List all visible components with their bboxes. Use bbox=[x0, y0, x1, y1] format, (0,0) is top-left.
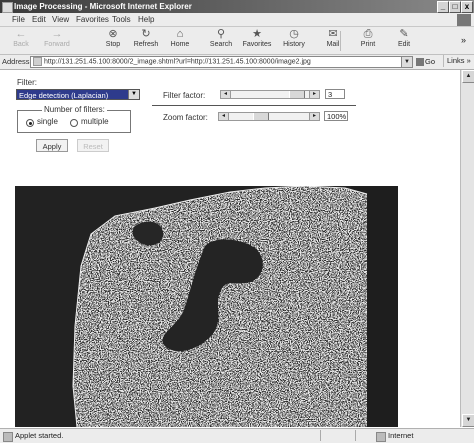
address-url: http://131.251.45.100:8000/2_image.shtml… bbox=[44, 58, 311, 66]
search-icon: ⚲ bbox=[216, 28, 226, 40]
back-arrow-icon: ← bbox=[15, 28, 27, 40]
toolbar-button-label: History bbox=[283, 41, 305, 48]
zoom-factor-value[interactable]: 100% bbox=[324, 111, 348, 121]
filter-select-value: Edge detection (Laplacian) bbox=[19, 91, 109, 100]
slider-thumb[interactable] bbox=[253, 113, 269, 120]
history-icon: ◷ bbox=[289, 28, 299, 40]
favorites-icon: ★ bbox=[252, 28, 262, 40]
address-bar: Address http://131.251.45.100:8000/2_ima… bbox=[0, 55, 474, 70]
slider-right-arrow-icon[interactable]: ▸ bbox=[309, 91, 319, 98]
processed-image bbox=[15, 186, 398, 427]
maximize-button[interactable]: □ bbox=[449, 1, 461, 13]
home-icon: ⌂ bbox=[176, 28, 184, 40]
toolbar-button-label: Mail bbox=[326, 41, 340, 48]
page-icon bbox=[33, 57, 42, 66]
print-icon: ⎙ bbox=[363, 28, 373, 40]
toolbar-button-label: Back bbox=[13, 41, 29, 48]
edge-detected-image bbox=[15, 186, 398, 427]
number-of-filters-group: Number of filters: single multiple bbox=[17, 105, 131, 133]
multiple-radio-label[interactable]: multiple bbox=[81, 117, 109, 126]
single-radio-label[interactable]: single bbox=[37, 117, 58, 126]
internet-zone-icon bbox=[376, 432, 386, 442]
single-radio[interactable] bbox=[26, 119, 34, 127]
toolbar-home-button[interactable]: ⌂ Home bbox=[165, 29, 195, 53]
filter-select[interactable]: Edge detection (Laplacian) ▼ bbox=[16, 89, 140, 100]
standard-toolbar: » ← Back → Forward ⊗ Stop ↻ Refresh ⌂ Home ⚲ Search… bbox=[0, 27, 474, 55]
toolbar-overflow-chevron[interactable]: » bbox=[461, 35, 466, 45]
status-divider bbox=[355, 430, 356, 441]
menu-bar: File Edit View Favorites Tools Help bbox=[0, 13, 474, 27]
status-applet-icon bbox=[3, 432, 13, 442]
toolbar-stop-button[interactable]: ⊗ Stop bbox=[98, 29, 128, 53]
menu-tools[interactable]: Tools bbox=[112, 15, 131, 24]
status-divider bbox=[320, 430, 321, 441]
stop-icon: ⊗ bbox=[108, 28, 118, 40]
zoom-factor-label: Zoom factor: bbox=[163, 113, 208, 122]
slider-thumb[interactable] bbox=[289, 91, 305, 98]
menu-favorites[interactable]: Favorites bbox=[76, 15, 109, 24]
toolbar-print-button[interactable]: ⎙ Print bbox=[353, 29, 383, 53]
refresh-icon: ↻ bbox=[141, 28, 151, 40]
close-button[interactable]: x bbox=[461, 1, 473, 13]
ie-throbber-logo bbox=[457, 14, 471, 26]
toolbar-favorites-button[interactable]: ★ Favorites bbox=[242, 29, 272, 53]
go-button[interactable]: Go bbox=[416, 57, 436, 67]
toolbar-button-label: Stop bbox=[105, 41, 121, 48]
address-dropdown-button[interactable]: ▼ bbox=[401, 56, 413, 68]
window-titlebar: Image Processing - Microsoft Internet Ex… bbox=[0, 0, 474, 13]
minimize-button[interactable]: _ bbox=[437, 1, 449, 13]
filter-factor-slider[interactable]: ◂ ▸ bbox=[220, 90, 320, 99]
address-label: Address bbox=[2, 57, 30, 66]
status-text: Applet started. bbox=[15, 431, 64, 440]
toolbar-button-label: Forward bbox=[44, 41, 70, 48]
vertical-scrollbar[interactable]: ▲ ▼ bbox=[460, 70, 474, 427]
toolbar-back-button[interactable]: ← Back bbox=[6, 29, 36, 53]
slider-right-arrow-icon[interactable]: ▸ bbox=[309, 113, 319, 120]
go-arrow-icon bbox=[416, 58, 424, 67]
toolbar-button-label: Refresh bbox=[133, 41, 159, 48]
toolbar-button-label: Edit bbox=[397, 41, 411, 48]
scroll-up-icon[interactable]: ▲ bbox=[462, 70, 474, 83]
apply-button[interactable]: Apply bbox=[36, 139, 68, 152]
menu-edit[interactable]: Edit bbox=[32, 15, 46, 24]
toolbar-button-label: Print bbox=[360, 41, 376, 48]
menu-file[interactable]: File bbox=[12, 15, 25, 24]
filter-factor-value[interactable]: 3 bbox=[325, 89, 345, 99]
window-title: Image Processing - Microsoft Internet Ex… bbox=[14, 2, 192, 11]
filter-factor-label: Filter factor: bbox=[163, 91, 206, 100]
toolbar-history-button[interactable]: ◷ History bbox=[279, 29, 309, 53]
chevron-down-icon: ▼ bbox=[128, 90, 139, 99]
toolbar-search-button[interactable]: ⚲ Search bbox=[206, 29, 236, 53]
forward-arrow-icon: → bbox=[51, 28, 63, 40]
toolbar-mail-button[interactable]: ✉ Mail bbox=[318, 29, 348, 53]
number-of-filters-label: Number of filters: bbox=[42, 105, 107, 114]
mail-icon: ✉ bbox=[328, 28, 338, 40]
filter-label: Filter: bbox=[17, 78, 37, 87]
toolbar-button-label: Favorites bbox=[242, 41, 272, 48]
toolbar-edit-button[interactable]: ✎ Edit bbox=[389, 29, 419, 53]
scroll-down-icon[interactable]: ▼ bbox=[462, 414, 474, 427]
menu-view[interactable]: View bbox=[52, 15, 69, 24]
edit-icon: ✎ bbox=[399, 28, 409, 40]
multiple-radio[interactable] bbox=[70, 119, 78, 127]
ie-app-icon bbox=[2, 2, 13, 13]
address-input[interactable]: http://131.251.45.100:8000/2_image.shtml… bbox=[30, 56, 412, 68]
zoom-factor-slider[interactable]: ◂ ▸ bbox=[218, 112, 320, 121]
slider-left-arrow-icon[interactable]: ◂ bbox=[221, 91, 231, 98]
toolbar-button-label: Search bbox=[209, 41, 233, 48]
status-bar: Applet started. Internet bbox=[0, 428, 474, 443]
toolbar-refresh-button[interactable]: ↻ Refresh bbox=[131, 29, 161, 53]
menu-help[interactable]: Help bbox=[138, 15, 154, 24]
divider bbox=[152, 105, 356, 106]
go-label: Go bbox=[425, 57, 436, 66]
toolbar-forward-button[interactable]: → Forward bbox=[42, 29, 72, 53]
slider-left-arrow-icon[interactable]: ◂ bbox=[219, 113, 229, 120]
links-button[interactable]: Links » bbox=[443, 55, 474, 67]
toolbar-button-label: Home bbox=[170, 41, 190, 48]
zone-label: Internet bbox=[388, 431, 414, 440]
reset-button[interactable]: Reset bbox=[77, 139, 109, 152]
